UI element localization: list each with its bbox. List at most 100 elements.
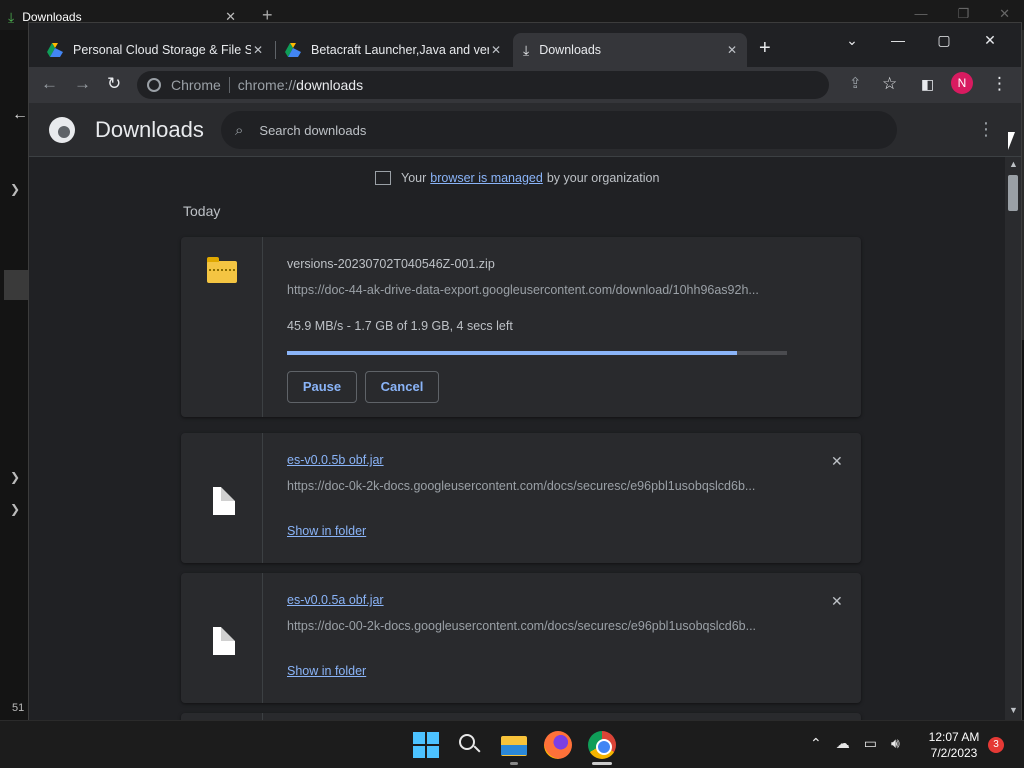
close-icon[interactable]: ✕ (253, 43, 263, 57)
cloud-offline-icon[interactable]: ☁ (836, 735, 850, 752)
tab-label: Betacraft Launcher,Java and vers (311, 43, 489, 57)
google-drive-icon (285, 43, 301, 57)
profile-avatar[interactable]: N (951, 72, 973, 94)
windows-logo-pane (427, 732, 439, 744)
share-icon[interactable]: ⇪ (849, 74, 862, 92)
maximize-icon[interactable]: ▢ (921, 27, 967, 53)
downloads-list: Your browser is managed by your organiza… (29, 157, 1005, 720)
managed-suffix: by your organization (546, 171, 660, 185)
chevron-right-icon[interactable]: ❯ (10, 470, 20, 484)
windows-logo-pane (413, 732, 425, 744)
download-url: https://doc-0k-2k-docs.googleusercontent… (287, 479, 756, 493)
folder-band (501, 745, 527, 755)
building-icon (375, 171, 391, 185)
card-divider (262, 573, 263, 703)
download-item-partial (181, 713, 861, 720)
menu-kebab-icon[interactable]: ⋮ (991, 74, 1008, 94)
address-bar[interactable]: Chrome chrome://downloads (137, 71, 829, 99)
windows-logo-pane (413, 746, 425, 758)
site-label: Chrome (171, 77, 221, 93)
download-item: es-v0.0.5a obf.jar ✕ https://doc-00-2k-d… (181, 573, 861, 703)
card-divider (262, 237, 263, 417)
forward-arrow-icon[interactable]: → (74, 74, 91, 94)
windows-logo-pane (427, 746, 439, 758)
new-tab-button[interactable]: + (759, 37, 771, 60)
url-path: downloads (296, 77, 364, 93)
download-item: es-v0.0.5b obf.jar ✕ https://doc-0k-2k-d… (181, 433, 861, 563)
sidebar-selection (4, 270, 28, 300)
reload-icon[interactable]: ↻ (107, 74, 121, 94)
url-text: chrome://downloads (238, 77, 363, 93)
chevron-right-icon[interactable]: ❯ (10, 502, 20, 516)
minimize-icon[interactable]: — (875, 27, 921, 53)
notification-badge[interactable]: 3 (988, 737, 1004, 753)
back-arrow-icon[interactable]: ← (41, 74, 58, 94)
tab-label: Personal Cloud Storage & File Sh (73, 43, 251, 57)
close-icon[interactable]: ✕ (999, 6, 1010, 22)
chrome-taskbar-icon[interactable] (588, 731, 616, 759)
page-title: Downloads (95, 117, 204, 142)
download-icon: ⤓ (523, 41, 530, 58)
mouse-cursor-icon (1008, 132, 1015, 150)
bookmark-star-icon[interactable]: ☆ (882, 74, 897, 94)
browser-toolbar: ← → ↻ Chrome chrome://downloads ⇪ ☆ ◧ N … (29, 67, 1021, 103)
tab-betacraft[interactable]: Betacraft Launcher,Java and vers ✕ (275, 33, 511, 67)
file-icon (213, 627, 235, 655)
chrome-window: Personal Cloud Storage & File Sh ✕ Betac… (28, 22, 1022, 720)
show-in-folder-link[interactable]: Show in folder (287, 664, 366, 678)
file-icon (213, 487, 235, 515)
search-input[interactable] (259, 122, 840, 138)
scroll-up-icon[interactable]: ▲ (1009, 159, 1018, 169)
zip-folder-icon (207, 257, 237, 283)
start-button[interactable] (412, 731, 440, 759)
download-filename-link[interactable]: es-v0.0.5b obf.jar (287, 453, 384, 467)
managed-prefix: Your (401, 171, 427, 185)
cancel-button[interactable]: Cancel (365, 371, 439, 403)
firefox-icon[interactable] (544, 731, 572, 759)
chrome-logo-icon (49, 117, 75, 143)
download-progress-fill (287, 351, 737, 355)
tab-search-icon[interactable]: ⌄ (829, 27, 875, 53)
chevron-right-icon[interactable]: ❯ (10, 182, 20, 196)
more-actions-icon[interactable]: ⋮ (977, 119, 995, 140)
volume-icon[interactable]: 🔊︎ (891, 735, 900, 752)
remove-icon[interactable]: ✕ (831, 593, 843, 610)
download-url: https://doc-00-2k-docs.googleusercontent… (287, 619, 757, 633)
background-sidebar: ← ❯ ❯ ❯ (0, 30, 30, 720)
download-item: versions-20230702T040546Z-001.zip https:… (181, 237, 861, 417)
download-status: 45.9 MB/s - 1.7 GB of 1.9 GB, 4 secs lef… (287, 319, 513, 333)
show-in-folder-link[interactable]: Show in folder (287, 524, 366, 538)
managed-link[interactable]: browser is managed (430, 171, 543, 185)
remove-icon[interactable]: ✕ (831, 453, 843, 470)
taskbar-search-icon[interactable] (456, 731, 484, 759)
network-icon[interactable]: ▭ (864, 735, 877, 752)
active-indicator (592, 762, 612, 765)
scroll-down-icon[interactable]: ▼ (1009, 705, 1018, 715)
close-icon[interactable]: ✕ (967, 27, 1013, 53)
pause-button[interactable]: Pause (287, 371, 357, 403)
minimize-icon[interactable]: — (914, 6, 927, 22)
clock-time: 12:07 AM (928, 730, 980, 744)
managed-notice: Your browser is managed by your organiza… (375, 171, 659, 185)
card-divider (262, 713, 263, 720)
chevron-up-icon[interactable]: ⌃ (810, 735, 822, 752)
file-explorer-icon[interactable] (500, 731, 528, 759)
close-icon[interactable]: ✕ (491, 43, 501, 57)
vertical-scrollbar[interactable]: ▲ ▼ (1005, 157, 1021, 720)
search-icon: ⌕ (235, 121, 244, 139)
scrollbar-thumb[interactable] (1008, 175, 1018, 211)
search-downloads[interactable]: ⌕ (221, 111, 897, 149)
taskbar-clock[interactable]: 12:07 AM 7/2/2023 (922, 729, 986, 761)
tab-label: Downloads (539, 43, 602, 57)
side-panel-icon[interactable]: ◧ (921, 76, 934, 93)
google-drive-icon (47, 43, 63, 57)
tab-strip: Personal Cloud Storage & File Sh ✕ Betac… (29, 23, 1021, 67)
download-filename-link[interactable]: es-v0.0.5a obf.jar (287, 593, 384, 607)
tab-personal-cloud-storage[interactable]: Personal Cloud Storage & File Sh ✕ (37, 33, 273, 67)
omnibox-divider (228, 77, 230, 93)
restore-icon[interactable]: ❐ (957, 6, 969, 22)
back-arrow-icon[interactable]: ← (12, 106, 28, 124)
close-icon[interactable]: ✕ (727, 43, 737, 57)
download-progress-bar (287, 351, 787, 355)
tab-downloads[interactable]: ⤓ Downloads ✕ (513, 33, 747, 67)
